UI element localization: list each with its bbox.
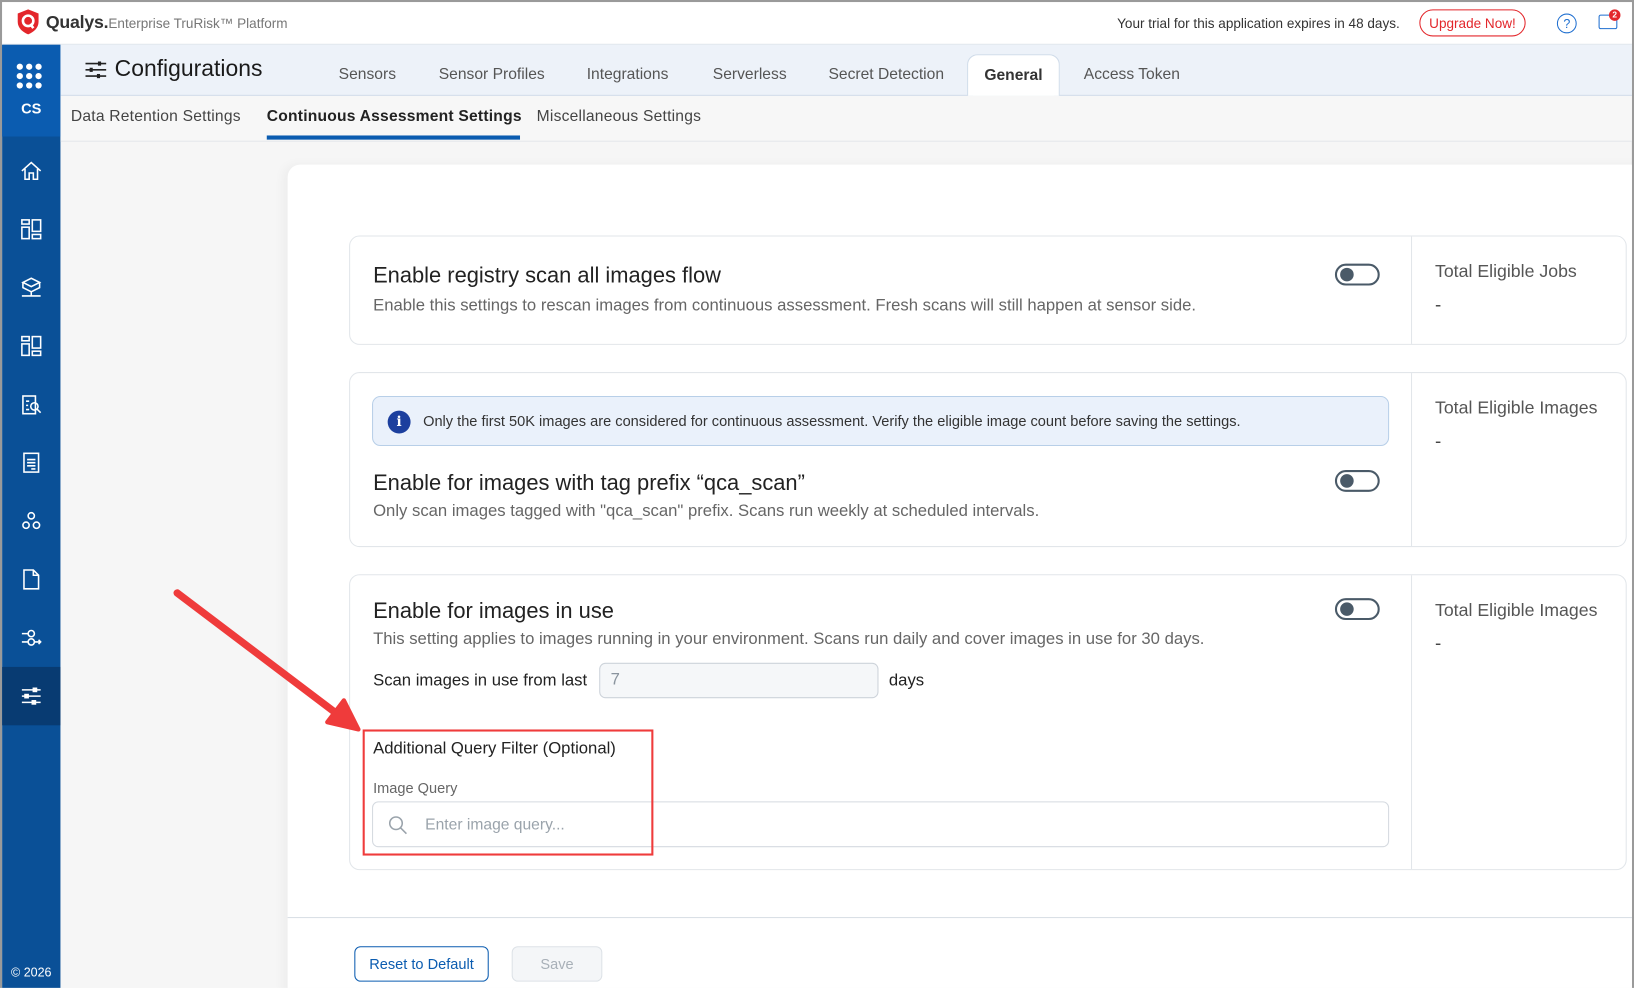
dashboard-alt-icon[interactable] xyxy=(2,317,60,375)
top-bar: Qualys. Enterprise TruRisk™ Platform You… xyxy=(2,2,1632,45)
components-icon[interactable] xyxy=(2,492,60,550)
page-title: Configurations xyxy=(114,55,263,82)
card-title: Enable registry scan all images flow xyxy=(373,263,721,288)
tab-integrations[interactable]: Integrations xyxy=(587,66,669,84)
stat-value: - xyxy=(1434,293,1442,315)
subtab-data-retention[interactable]: Data Retention Settings xyxy=(71,107,241,125)
assessment-icon[interactable] xyxy=(2,375,60,433)
tab-serverless[interactable]: Serverless xyxy=(713,66,787,84)
card-description: Only scan images tagged with "qca_scan" … xyxy=(373,502,1040,521)
inventory-icon[interactable] xyxy=(2,258,60,316)
subtab-miscellaneous[interactable]: Miscellaneous Settings xyxy=(537,107,701,125)
card-description: This setting applies to images running i… xyxy=(373,630,1205,649)
card-title: Enable for images in use xyxy=(373,599,614,624)
configurations-header: Configurations Sensors Sensor Profiles I… xyxy=(60,44,1632,96)
configurations-icon[interactable] xyxy=(2,666,61,726)
tab-general[interactable]: General xyxy=(967,54,1060,96)
apps-grid-icon[interactable] xyxy=(16,63,42,89)
days-label: Scan images in use from last xyxy=(373,672,588,690)
reset-to-default-button[interactable]: Reset to Default xyxy=(354,946,489,982)
notification-badge: 2 xyxy=(1609,9,1621,21)
card-stats: Total Eligible Images - xyxy=(1411,575,1628,870)
tab-sensor-profiles[interactable]: Sensor Profiles xyxy=(439,66,545,84)
subtab-continuous-assessment[interactable]: Continuous Assessment Settings xyxy=(267,107,522,125)
home-icon[interactable] xyxy=(2,142,60,200)
app-code: CS xyxy=(21,100,42,117)
tag-prefix-card: i Only the first 50K images are consider… xyxy=(349,372,1628,548)
tab-access-token[interactable]: Access Token xyxy=(1084,66,1180,84)
stat-label: Total Eligible Images xyxy=(1434,398,1598,418)
info-text: Only the first 50K images are considered… xyxy=(423,412,1241,430)
stat-label: Total Eligible Images xyxy=(1434,600,1598,621)
registry-scan-card: Enable registry scan all images flow Ena… xyxy=(349,235,1628,345)
reports-icon[interactable] xyxy=(2,434,60,492)
subtabs: Data Retention Settings Continuous Asses… xyxy=(60,95,1632,142)
copyright: © 2026 xyxy=(11,964,52,980)
brand-name: Qualys. xyxy=(45,12,109,33)
tab-secret-detection[interactable]: Secret Detection xyxy=(828,66,944,84)
card-stats: Total Eligible Images - xyxy=(1411,373,1628,547)
annotation-arrow-icon xyxy=(173,589,361,732)
platform-name: Enterprise TruRisk™ Platform xyxy=(108,15,288,32)
info-banner: i Only the first 50K images are consider… xyxy=(372,395,1390,447)
policy-icon[interactable] xyxy=(2,609,60,667)
qualys-logo-icon xyxy=(17,9,39,35)
days-input[interactable] xyxy=(599,662,879,699)
sliders-icon xyxy=(85,61,107,79)
active-subtab-indicator xyxy=(266,135,521,140)
stat-label: Total Eligible Jobs xyxy=(1434,261,1577,282)
settings-panel: Enable registry scan all images flow Ena… xyxy=(287,164,1632,988)
days-unit: days xyxy=(888,672,925,690)
help-icon[interactable]: ? xyxy=(1556,13,1577,34)
upgrade-now-button[interactable]: Upgrade Now! xyxy=(1419,9,1526,37)
trial-notice: Your trial for this application expires … xyxy=(1117,15,1400,32)
card-description: Enable this settings to rescan images fr… xyxy=(373,296,1197,315)
dashboard-icon[interactable] xyxy=(2,200,60,258)
save-button[interactable]: Save xyxy=(511,946,603,982)
tab-sensors[interactable]: Sensors xyxy=(339,66,396,84)
stat-value: - xyxy=(1434,632,1442,654)
registry-scan-toggle[interactable] xyxy=(1334,263,1380,286)
card-stats: Total Eligible Jobs - xyxy=(1411,236,1628,344)
sidebar: CS © 2026 xyxy=(2,44,61,988)
footer-divider xyxy=(287,917,1632,919)
stat-value: - xyxy=(1434,430,1442,452)
info-icon: i xyxy=(387,410,411,434)
images-in-use-toggle[interactable] xyxy=(1334,598,1380,621)
app-window: Qualys. Enterprise TruRisk™ Platform You… xyxy=(0,0,1634,988)
card-title: Enable for images with tag prefix “qca_s… xyxy=(373,471,805,495)
annotation-highlight-box xyxy=(362,729,654,856)
tag-prefix-toggle[interactable] xyxy=(1334,469,1380,492)
app-switcher[interactable]: CS xyxy=(2,44,61,137)
document-icon[interactable] xyxy=(2,550,60,608)
